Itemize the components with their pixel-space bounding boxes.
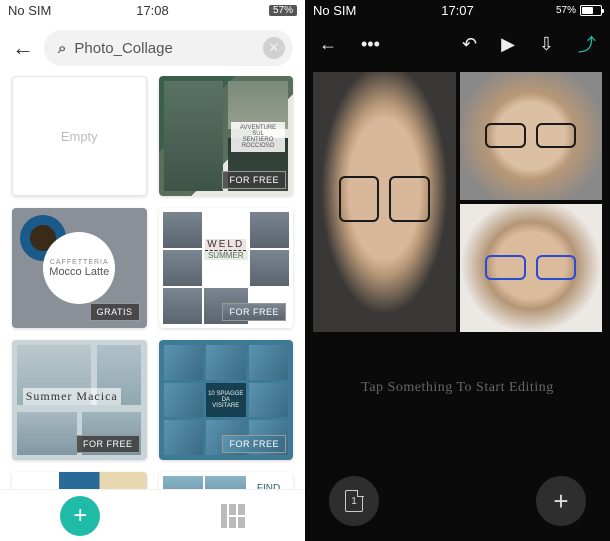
template-card-empty[interactable]: Empty	[12, 76, 147, 196]
template-title: WELD	[205, 239, 246, 251]
template-title: 10 SPIAGGE DA VISITARE	[206, 383, 246, 418]
back-button[interactable]: ←	[12, 35, 34, 61]
clear-search-button[interactable]: ✕	[263, 37, 285, 59]
template-card[interactable]: AVVENTURE SUL SENTIERO ROCCIOSO FOR FREE	[159, 76, 294, 196]
editor-panel: No SIM 17:07 57% ← ••• ↶ ▶ ⇩ ⤴ Tap Somet…	[305, 0, 610, 541]
collage-cell[interactable]	[460, 204, 603, 332]
download-button[interactable]: ⇩	[539, 34, 554, 55]
empty-label: Empty	[61, 129, 98, 144]
template-card[interactable]: 10 SPIAGGE DA VISITARE FOR FREE	[159, 340, 294, 460]
status-bar-right: No SIM 17:07 57%	[305, 0, 610, 20]
plus-icon: +	[553, 486, 568, 517]
search-icon: ⌕	[58, 40, 66, 57]
template-title: AVVENTURE SUL SENTIERO ROCCIOSO	[231, 122, 285, 152]
collage-canvas[interactable]	[313, 72, 602, 332]
price-badge: FOR FREE	[222, 171, 286, 189]
editor-hint-text: Tap Something To Start Editing	[305, 380, 610, 396]
pages-button[interactable]: 1	[329, 476, 379, 526]
template-subtitle: SUMMER	[204, 251, 248, 260]
template-browser-panel: No SIM 17:08 57% ← ⌕ Photo_Collage ✕ Emp…	[0, 0, 305, 541]
add-button[interactable]: +	[536, 476, 586, 526]
template-card[interactable]: Summer Macica FOR FREE	[12, 340, 147, 460]
template-title: Summer Macica	[23, 388, 121, 405]
search-input[interactable]: ⌕ Photo_Collage ✕	[44, 30, 293, 66]
bottom-nav-right: 1 +	[305, 471, 610, 531]
template-card[interactable]: WELD SUMMER FOR FREE	[159, 208, 294, 328]
battery-icon	[580, 5, 602, 16]
price-badge: FOR FREE	[222, 435, 286, 453]
collage-cell[interactable]	[313, 72, 456, 332]
carrier-text: No SIM	[313, 3, 356, 18]
layouts-button[interactable]	[221, 504, 245, 528]
price-badge: FOR FREE	[222, 303, 286, 321]
template-grid: Empty AVVENTURE SUL SENTIERO ROCCIOSO FO…	[0, 76, 305, 506]
battery-indicator: 57%	[556, 5, 602, 16]
price-badge: GRATIS	[90, 303, 140, 321]
template-subtitle: CAFFETTERIA	[50, 259, 109, 266]
back-button[interactable]: ←	[319, 34, 337, 55]
editor-toolbar: ← ••• ↶ ▶ ⇩ ⤴	[305, 20, 610, 68]
battery-percent: 57%	[556, 5, 576, 16]
play-button[interactable]: ▶	[501, 34, 515, 55]
search-query-text: Photo_Collage	[74, 40, 255, 57]
undo-button[interactable]: ↶	[462, 34, 477, 55]
search-row: ← ⌕ Photo_Collage ✕	[0, 20, 305, 76]
carrier-text: No SIM	[8, 3, 51, 18]
more-menu-button[interactable]: •••	[361, 34, 380, 55]
template-title: Mocco Latte	[49, 266, 109, 278]
status-bar-left: No SIM 17:08 57%	[0, 0, 305, 20]
share-button[interactable]: ⤴	[578, 31, 596, 57]
template-card[interactable]: CAFFETTERIA Mocco Latte GRATIS	[12, 208, 147, 328]
clock: 17:08	[136, 3, 169, 18]
price-badge: FOR FREE	[76, 435, 140, 453]
collage-cell[interactable]	[460, 72, 603, 200]
clock: 17:07	[441, 3, 474, 18]
battery-percent: 57%	[269, 5, 297, 16]
page-count: 1	[351, 496, 357, 507]
bottom-nav-left: +	[0, 489, 305, 541]
create-button[interactable]: +	[60, 496, 100, 536]
